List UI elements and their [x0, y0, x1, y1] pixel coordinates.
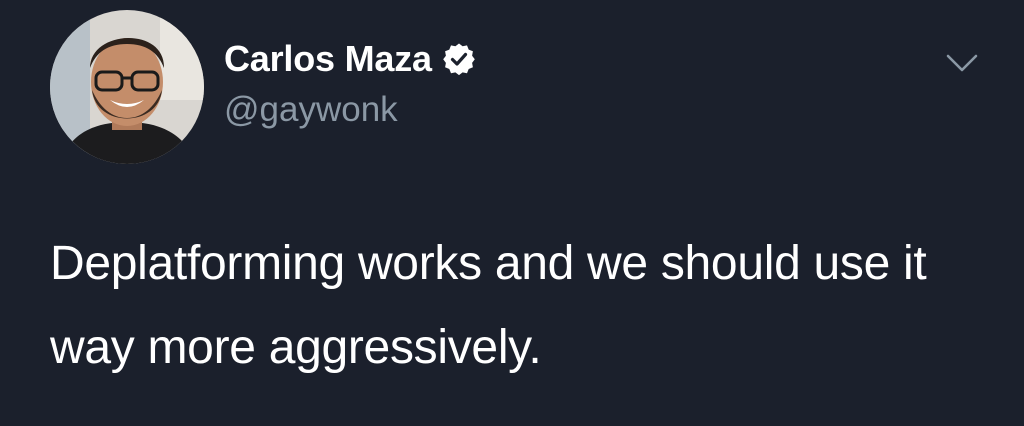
avatar[interactable] — [50, 10, 204, 164]
chevron-down-icon[interactable] — [940, 48, 984, 78]
author-name-row: Carlos Maza — [224, 36, 476, 82]
tweet-card: Carlos Maza @gaywonk Deplatforming works… — [0, 0, 1024, 426]
verified-badge-icon — [442, 42, 476, 76]
author-display-name[interactable]: Carlos Maza — [224, 38, 432, 80]
author-handle[interactable]: @gaywonk — [224, 90, 398, 130]
avatar-image — [50, 10, 204, 164]
tweet-text: Deplatforming works and we should use it… — [50, 237, 927, 374]
